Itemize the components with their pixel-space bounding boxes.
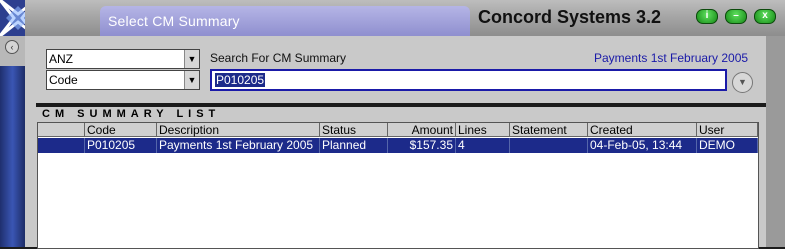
close-button[interactable]: x <box>754 9 776 24</box>
table-cell-description[interactable]: Payments 1st February 2005 <box>157 138 320 153</box>
column-header-code[interactable]: Code <box>85 123 157 137</box>
minimize-button[interactable]: – <box>725 9 747 24</box>
table-cell-status[interactable]: Planned <box>320 138 388 153</box>
panel-toggle-icon[interactable]: ‹ <box>5 40 19 54</box>
column-header-user[interactable]: User <box>697 123 758 137</box>
app-title: Concord Systems 3.2 <box>478 7 662 27</box>
selected-description: Payments 1st February 2005 <box>594 51 749 65</box>
list-separator <box>36 103 766 107</box>
table-cell-user[interactable]: DEMO <box>697 138 758 153</box>
entity-select[interactable]: ANZ ▼ <box>46 49 200 69</box>
scroll-down-icon[interactable]: ▼ <box>732 72 753 93</box>
search-field-select-value: Code <box>49 73 78 87</box>
table-cell-created[interactable]: 04-Feb-05, 13:44 <box>588 138 697 153</box>
table-cell-code[interactable]: P010205 <box>85 138 157 153</box>
search-input-value: P010205 <box>215 73 266 87</box>
summary-table[interactable]: Code Description Status Amount Lines Sta… <box>37 122 759 249</box>
column-header-created[interactable]: Created <box>588 123 697 137</box>
entity-select-value: ANZ <box>49 52 73 66</box>
column-header-amount[interactable]: Amount <box>388 123 456 137</box>
column-header-statement[interactable]: Statement <box>510 123 588 137</box>
chevron-down-icon[interactable]: ▼ <box>184 71 199 89</box>
column-header-description[interactable]: Description <box>157 123 320 137</box>
column-header-selector[interactable] <box>38 123 85 137</box>
table-cell-selector[interactable] <box>38 138 85 153</box>
list-title: CM SUMMARY LIST <box>42 108 221 120</box>
table-cell-statement[interactable] <box>510 138 588 153</box>
search-input[interactable]: P010205 <box>210 69 727 91</box>
info-button[interactable]: i <box>696 9 718 24</box>
column-header-lines[interactable]: Lines <box>456 123 510 137</box>
column-header-status[interactable]: Status <box>320 123 388 137</box>
right-edge-strip <box>766 36 785 247</box>
search-field-select[interactable]: Code ▼ <box>46 70 200 90</box>
dialog-title: Select CM Summary <box>108 13 240 29</box>
table-cell-amount[interactable]: $157.35 <box>388 138 456 153</box>
search-label: Search For CM Summary <box>210 51 347 65</box>
chevron-down-icon[interactable]: ▼ <box>184 50 199 68</box>
table-cell-lines[interactable]: 4 <box>456 138 510 153</box>
